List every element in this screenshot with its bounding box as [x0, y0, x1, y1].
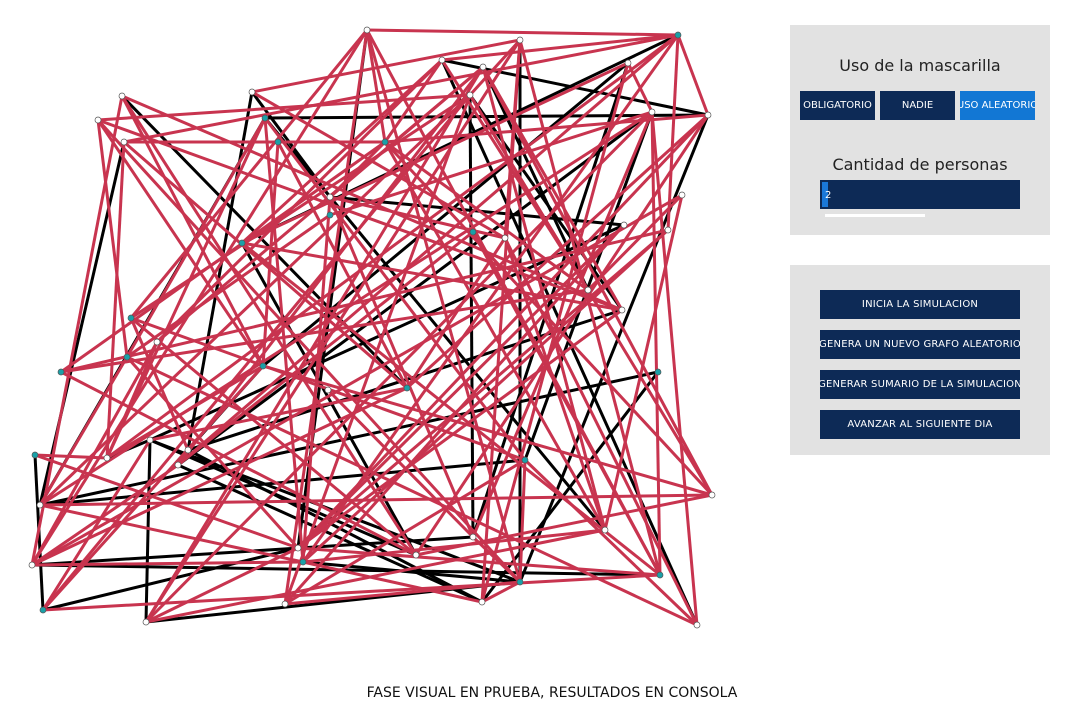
- mask-obligatory-button[interactable]: OBLIGATORIO: [800, 91, 875, 120]
- graph-node-unmasked: [501, 234, 509, 242]
- graph-node-unmasked: [620, 221, 628, 229]
- graph-node-masked: [31, 451, 39, 459]
- graph-node-unmasked: [516, 36, 524, 44]
- people-count-slider[interactable]: [825, 214, 925, 217]
- graph-node-masked: [516, 578, 524, 586]
- graph-node-unmasked: [146, 436, 154, 444]
- graph-node-unmasked: [664, 226, 672, 234]
- graph-node-unmasked: [618, 306, 626, 314]
- new-random-graph-button[interactable]: GENERA UN NUEVO GRAFO ALEATORIO: [820, 330, 1020, 359]
- graph-node-unmasked: [708, 491, 716, 499]
- graph-node-unmasked: [438, 56, 446, 64]
- graph-node-unmasked: [479, 63, 487, 71]
- graph-node-masked: [469, 228, 477, 236]
- graph-node-masked: [39, 606, 47, 614]
- graph-node-masked: [403, 384, 411, 392]
- graph-node-masked: [674, 31, 682, 39]
- graph-node-unmasked: [103, 454, 111, 462]
- mask-random-button[interactable]: USO ALEATORIO: [960, 91, 1035, 120]
- graph-node-unmasked: [693, 621, 701, 629]
- graph-node-unmasked: [36, 501, 44, 509]
- graph-node-unmasked: [294, 544, 302, 552]
- graph-edge-infected: [414, 114, 710, 556]
- graph-node-masked: [656, 571, 664, 579]
- graph-node-masked: [381, 138, 389, 146]
- graph-node-unmasked: [184, 446, 192, 454]
- graph-node-unmasked: [584, 286, 592, 294]
- graph-node-unmasked: [281, 600, 289, 608]
- graph-node-unmasked: [142, 618, 150, 626]
- generate-summary-button[interactable]: GENERAR SUMARIO DE LA SIMULACION: [820, 370, 1020, 399]
- graph-edge-infected: [326, 388, 475, 539]
- graph-node-unmasked: [624, 59, 632, 67]
- graph-node-masked: [326, 211, 334, 219]
- contact-graph: [28, 26, 716, 629]
- graph-node-masked: [261, 114, 269, 122]
- graph-node-unmasked: [248, 88, 256, 96]
- graph-node-unmasked: [324, 386, 332, 394]
- graph-node-unmasked: [601, 526, 609, 534]
- graph-node-masked: [127, 314, 135, 322]
- graph-edge-healthy: [144, 439, 152, 623]
- people-count-value: 2: [825, 190, 832, 201]
- graph-edge-infected: [366, 28, 679, 37]
- status-footer: FASE VISUAL EN PRUEBA, RESULTADOS EN CON…: [366, 685, 738, 701]
- graph-node-unmasked: [466, 91, 474, 99]
- graph-edge-infected: [676, 34, 710, 116]
- graph-node-masked: [521, 456, 529, 464]
- graph-node-masked: [123, 353, 131, 361]
- simulation-controls-panel: INICIA LA SIMULACION GENERA UN NUEVO GRA…: [790, 265, 1050, 455]
- graph-node-unmasked: [704, 111, 712, 119]
- next-day-button[interactable]: AVANZAR AL SIGUIENTE DIA: [820, 410, 1020, 439]
- people-count-input[interactable]: 2: [820, 180, 1020, 209]
- start-simulation-button[interactable]: INICIA LA SIMULACION: [820, 290, 1020, 319]
- graph-node-masked: [259, 362, 267, 370]
- graph-node-masked: [238, 239, 246, 247]
- graph-node-masked: [274, 138, 282, 146]
- graph-node-masked: [654, 368, 662, 376]
- mask-usage-title: Uso de la mascarilla: [839, 56, 1001, 75]
- graph-edges: [30, 28, 714, 627]
- people-count-title: Cantidad de personas: [832, 155, 1008, 174]
- graph-node-unmasked: [412, 551, 420, 559]
- graph-edge-infected: [603, 194, 684, 531]
- mask-usage-panel: Uso de la mascarilla OBLIGATORIO NADIE U…: [790, 25, 1050, 235]
- mask-none-button[interactable]: NADIE: [880, 91, 955, 120]
- graph-node-unmasked: [363, 26, 371, 34]
- graph-node-unmasked: [28, 561, 36, 569]
- graph-node-unmasked: [326, 193, 334, 201]
- graph-node-masked: [299, 558, 307, 566]
- graph-node-unmasked: [120, 138, 128, 146]
- graph-node-unmasked: [94, 116, 102, 124]
- graph-edge-healthy: [518, 114, 710, 583]
- graph-node-unmasked: [153, 338, 161, 346]
- graph-node-unmasked: [118, 92, 126, 100]
- graph-node-unmasked: [678, 191, 686, 199]
- graph-edge-infected: [31, 193, 683, 567]
- graph-node-unmasked: [478, 598, 486, 606]
- graph-node-unmasked: [174, 461, 182, 469]
- graph-node-unmasked: [648, 108, 656, 116]
- graph-node-masked: [57, 368, 65, 376]
- graph-edge-healthy: [177, 463, 483, 604]
- graph-node-unmasked: [469, 533, 477, 541]
